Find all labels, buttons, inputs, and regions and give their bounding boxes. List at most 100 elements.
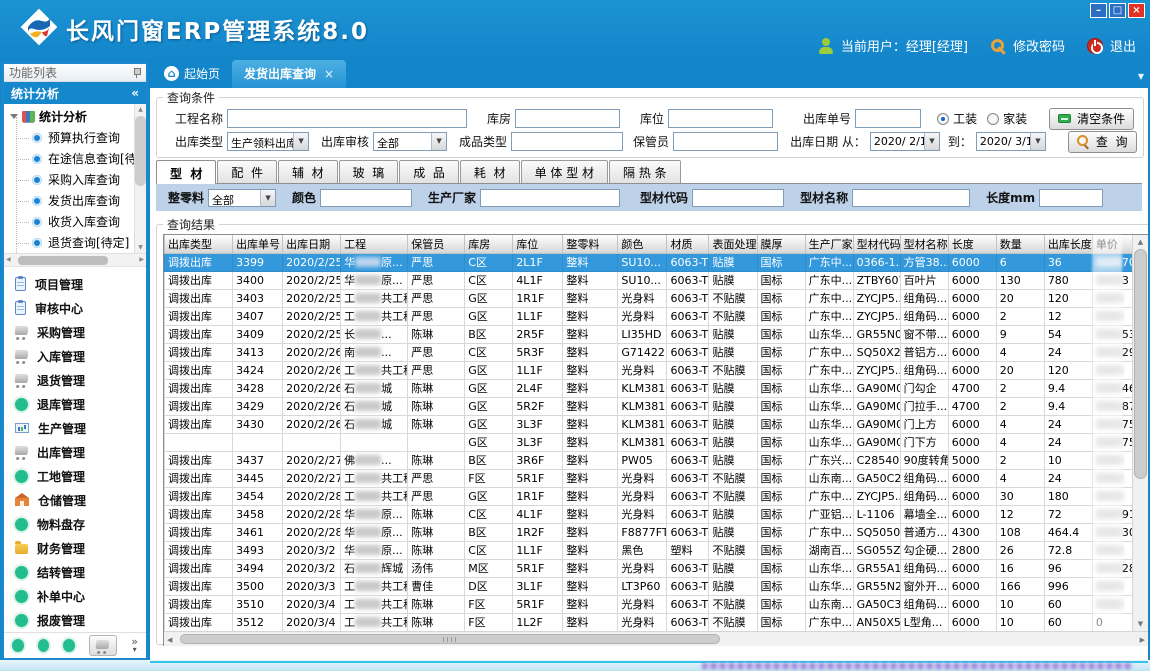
column-header[interactable]: 表面处理 <box>709 235 757 253</box>
scroll-down-icon[interactable] <box>1133 620 1148 628</box>
collapse-icon[interactable] <box>131 86 139 100</box>
date-to-select[interactable]: 2020/ 3/16 <box>976 132 1046 151</box>
material-tab[interactable]: 玻 璃 <box>339 160 399 183</box>
table-row[interactable]: 调拨出库34032020/2/25工共工程严思G区1R1F整料光身料6063-T… <box>165 289 1134 307</box>
column-header[interactable]: 保管员 <box>408 235 465 253</box>
column-header[interactable]: 膜厚 <box>757 235 805 253</box>
material-tab[interactable]: 单 体 型 材 <box>521 160 608 183</box>
tree-vertical-scrollbar[interactable] <box>134 104 146 253</box>
column-header[interactable]: 出库类型 <box>165 235 233 253</box>
scroll-thumb[interactable] <box>1134 249 1147 479</box>
column-header[interactable]: 出库日期 <box>283 235 341 253</box>
pin-icon[interactable] <box>133 68 141 78</box>
table-row[interactable]: 调拨出库34292020/2/26石城陈琳G区5R2F整料KLM38176063… <box>165 397 1134 415</box>
column-header[interactable]: 出库单号 <box>233 235 283 253</box>
sidebar-module-报废管理[interactable]: 报废管理 <box>4 608 146 632</box>
table-row[interactable]: 调拨出库34002020/2/25华原...严思C区4L1F整料SU10...6… <box>165 271 1134 289</box>
toolbar-dot-icon[interactable] <box>63 639 75 652</box>
material-tab[interactable]: 隔 热 条 <box>609 160 681 183</box>
sidebar-module-仓储管理[interactable]: 仓储管理 <box>4 488 146 512</box>
keeper-input[interactable] <box>673 132 778 151</box>
outbound-type-select[interactable]: 生产领料出库 <box>227 132 309 151</box>
tab-home[interactable]: 起始页 <box>152 60 232 88</box>
sidebar-module-工地管理[interactable]: 工地管理 <box>4 464 146 488</box>
scroll-up-icon[interactable] <box>135 106 146 113</box>
table-row[interactable]: 调拨出库34582020/2/28华原...陈琳C区4L1F整料光身料6063-… <box>165 505 1134 523</box>
column-header[interactable]: 长度 <box>948 235 996 253</box>
scroll-left-icon[interactable] <box>6 256 11 263</box>
clear-button[interactable]: 清空条件 <box>1049 108 1134 130</box>
material-tab[interactable]: 耗 材 <box>460 160 520 183</box>
zhengling-select[interactable]: 全部 <box>208 189 276 207</box>
table-row[interactable]: 调拨出库35122020/3/4工共工程陈琳F区1L2F整料光身料6063-T5… <box>165 613 1134 631</box>
column-header[interactable]: 出库长度 <box>1044 235 1092 253</box>
table-row[interactable]: 调拨出库34242020/2/26工共工程严思G区1L1F整料光身料6063-T… <box>165 361 1134 379</box>
product-type-input[interactable] <box>511 132 623 151</box>
tab-active[interactable]: 发货出库查询 <box>232 60 346 88</box>
column-header[interactable]: 库位 <box>513 235 563 253</box>
table-row[interactable]: 调拨出库34282020/2/26石城陈琳G区2L4F整料KLM38176063… <box>165 379 1134 397</box>
table-row[interactable]: 调拨出库34372020/2/27佛...陈琳B区3R6F整料PW056063-… <box>165 451 1134 469</box>
table-row[interactable]: 调拨出库34092020/2/25长...陈琳B区2R5F整料LI35HD606… <box>165 325 1134 343</box>
table-row[interactable]: 调拨出库35102020/3/4工共工程陈琳F区5R1F整料光身料6063-T5… <box>165 595 1134 613</box>
tree-horizontal-scrollbar[interactable] <box>4 254 146 267</box>
column-header[interactable]: 整零料 <box>563 235 618 253</box>
scroll-up-icon[interactable] <box>1133 238 1148 246</box>
project-name-input[interactable] <box>227 109 467 128</box>
scroll-right-icon[interactable] <box>1140 636 1145 644</box>
minimize-button[interactable] <box>1090 3 1107 18</box>
table-row[interactable]: 调拨出库34302020/2/26石城陈琳G区3L3F整料KLM38176063… <box>165 415 1134 433</box>
table-row[interactable]: 调拨出库34542020/2/28工共工程严思G区1R1F整料光身料6063-T… <box>165 487 1134 505</box>
warehouse-input[interactable] <box>515 109 620 128</box>
toolbar-dot-icon[interactable] <box>12 639 24 652</box>
sidebar-section-header[interactable]: 统计分析 <box>4 82 146 104</box>
sidebar-module-退货管理[interactable]: 退货管理 <box>4 368 146 392</box>
location-input[interactable] <box>668 109 773 128</box>
table-row[interactable]: 调拨出库34132020/2/26南...严思C区5R3F整料G71422606… <box>165 343 1134 361</box>
sidebar-module-入库管理[interactable]: 入库管理 <box>4 344 146 368</box>
toolbar-more-icon[interactable] <box>131 638 138 654</box>
color-input[interactable] <box>320 189 412 207</box>
sidebar-module-物料盘存[interactable]: 物料盘存 <box>4 512 146 536</box>
toolbar-dot-icon[interactable] <box>38 639 50 652</box>
column-header[interactable]: 材质 <box>667 235 709 253</box>
table-row[interactable]: 调拨出库35002020/3/3工共工程曹佳D区3L1F整料LT3P606063… <box>165 577 1134 595</box>
table-row[interactable]: 调拨出库33992020/2/25华原...严思C区2L1F整料SU10...6… <box>165 253 1134 271</box>
audit-select[interactable]: 全部 <box>373 132 447 151</box>
column-header[interactable]: 库房 <box>465 235 513 253</box>
sidebar-module-生产管理[interactable]: 生产管理 <box>4 416 146 440</box>
column-header[interactable]: 生产厂家 <box>805 235 853 253</box>
close-button[interactable] <box>1128 3 1145 18</box>
table-horizontal-scrollbar[interactable] <box>164 631 1148 646</box>
table-row[interactable]: 调拨出库34452020/2/27工共工程严思F区5R1F整料光身料6063-T… <box>165 469 1134 487</box>
table-row[interactable]: 调拨出库34942020/3/2石辉城汤伟M区5R1F整料光身料6063-T5贴… <box>165 559 1134 577</box>
sidebar-module-出库管理[interactable]: 出库管理 <box>4 440 146 464</box>
material-tab[interactable]: 配 件 <box>217 160 277 183</box>
order-no-input[interactable] <box>855 109 921 128</box>
profile-name-input[interactable] <box>852 189 970 207</box>
scroll-thumb[interactable] <box>135 116 146 186</box>
tabbar-dropdown-icon[interactable] <box>1138 72 1144 81</box>
table-row[interactable]: G区3L3F整料KLM38176063-T5贴膜国标山东华...GA90M09.… <box>165 433 1134 451</box>
toolbar-cart-button[interactable] <box>89 635 118 656</box>
table-vertical-scrollbar[interactable] <box>1132 235 1148 631</box>
factory-input[interactable] <box>480 189 620 207</box>
column-header[interactable]: 型材名称 <box>900 235 948 253</box>
column-header[interactable]: 型材代码 <box>853 235 900 253</box>
column-header[interactable]: 工程 <box>341 235 408 253</box>
date-from-select[interactable]: 2020/ 2/16 <box>870 132 940 151</box>
change-password-link[interactable]: 修改密码 <box>1013 36 1065 55</box>
profile-code-input[interactable] <box>692 189 784 207</box>
column-header[interactable]: 单价 <box>1092 235 1133 253</box>
sidebar-module-采购管理[interactable]: 采购管理 <box>4 320 146 344</box>
material-tab[interactable]: 成 品 <box>399 160 459 183</box>
scroll-thumb[interactable] <box>180 634 720 644</box>
length-input[interactable] <box>1039 189 1103 207</box>
column-header[interactable]: 数量 <box>996 235 1044 253</box>
sidebar-module-项目管理[interactable]: 项目管理 <box>4 272 146 296</box>
scroll-thumb[interactable] <box>18 256 108 265</box>
maximize-button[interactable] <box>1109 3 1126 18</box>
tab-close-icon[interactable] <box>324 67 334 81</box>
scroll-down-icon[interactable] <box>135 244 146 251</box>
table-row[interactable]: 调拨出库34072020/2/25工共工程严思G区1L1F整料光身料6063-T… <box>165 307 1134 325</box>
